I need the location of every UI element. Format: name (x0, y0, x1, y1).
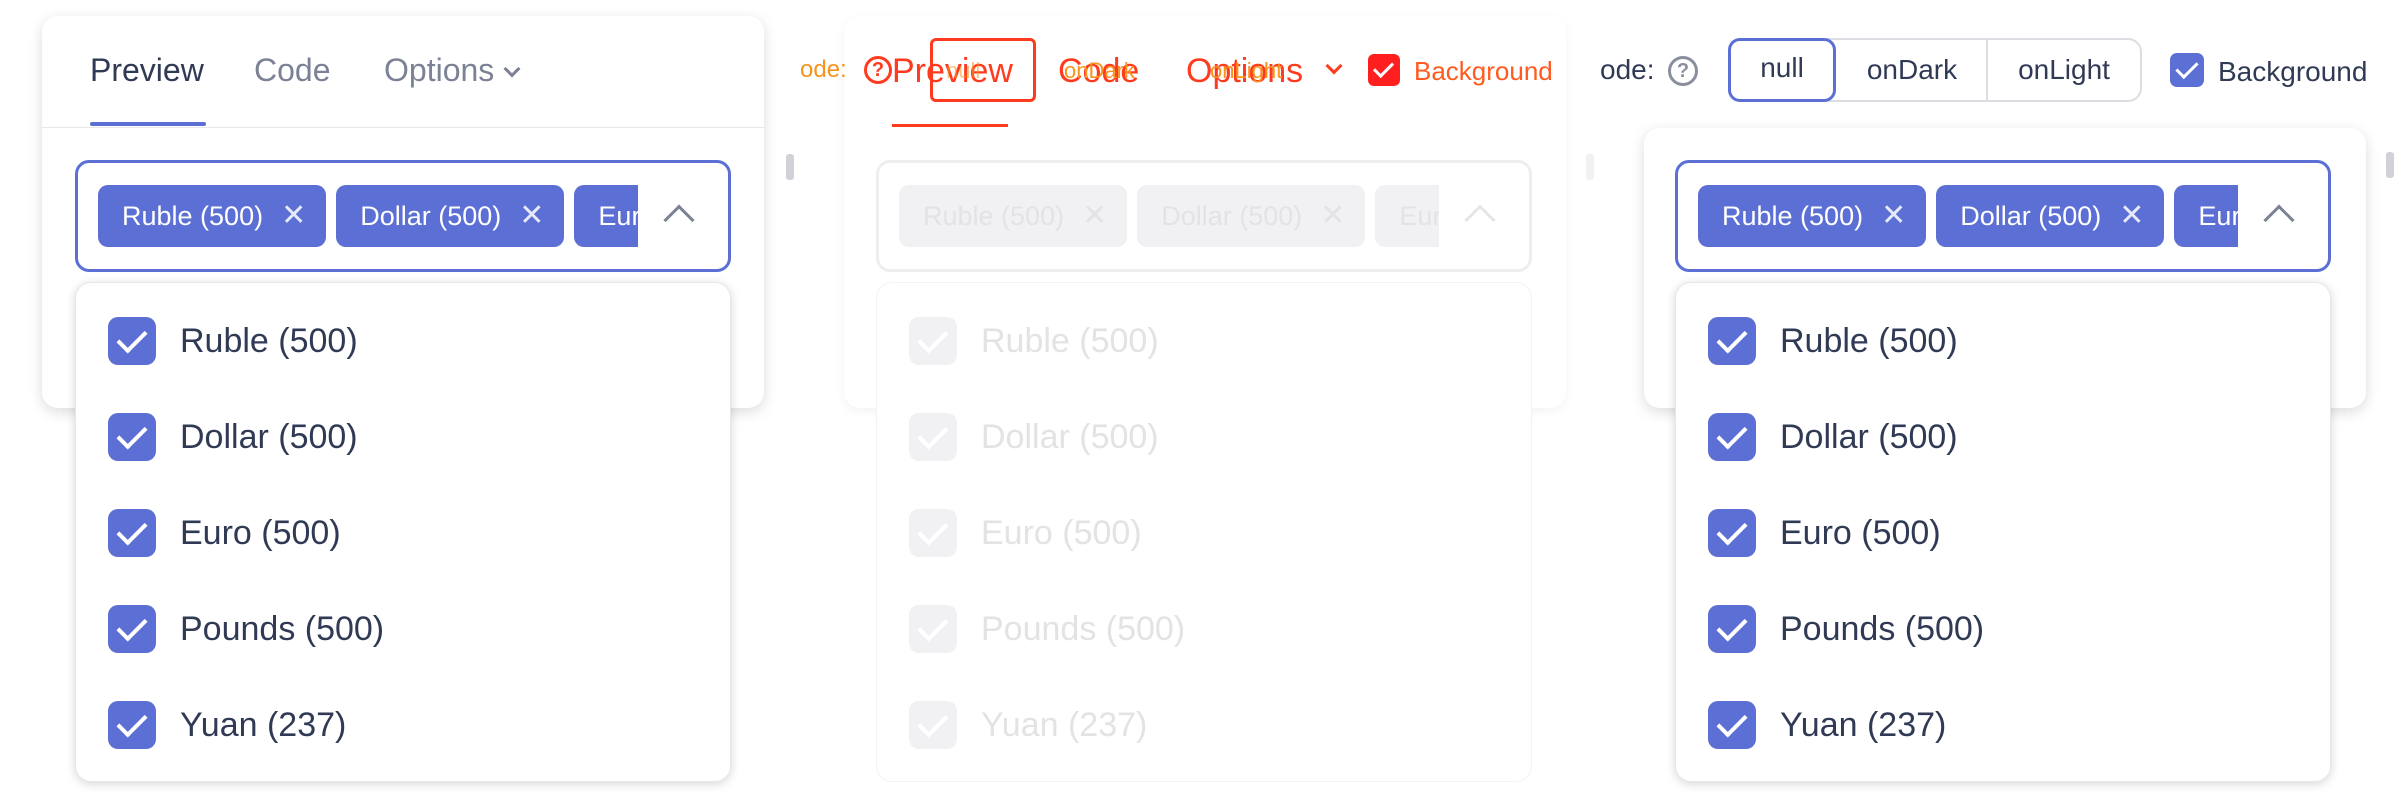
resize-handle[interactable] (1586, 154, 1594, 180)
chip-label: Dollar (500) (360, 201, 502, 231)
tab-bar: Preview Code Options (42, 16, 764, 128)
background-label: Background (2218, 56, 2368, 87)
chip: Euro✕ (574, 185, 638, 247)
checkbox-checked-icon[interactable] (108, 701, 156, 749)
option-label: Pounds (500) (180, 610, 385, 648)
checkbox-checked-icon[interactable] (1708, 605, 1756, 653)
chevron-up-icon (1464, 204, 1496, 236)
option-label: Yuan (237) (1780, 706, 1947, 744)
option-label: Ruble (500) (1780, 322, 1958, 360)
dropdown-list: Ruble (500) Dollar (500) Euro (500) Poun… (1675, 282, 2331, 782)
chip: Ruble (500) ✕ (899, 185, 1128, 247)
resize-handle[interactable] (786, 154, 794, 180)
middle-panel: ode: ? Preview null Code onDark Options … (800, 0, 1600, 800)
mode-segmented-control: null onDark onLight (1728, 38, 2142, 102)
remove-chip-icon[interactable]: ✕ (281, 185, 306, 247)
checkbox-checked-icon (909, 701, 957, 749)
checkbox-checked-icon[interactable] (108, 605, 156, 653)
resize-handle[interactable] (2386, 152, 2394, 178)
checkbox-checked-icon[interactable] (1708, 509, 1756, 557)
checkbox-checked-icon[interactable] (1708, 317, 1756, 365)
option-label: Euro (500) (981, 514, 1142, 552)
chip-label: Euro (2198, 201, 2238, 231)
chip: Dollar (500) ✕ (1137, 185, 1366, 247)
chip: Euro✕ (1375, 185, 1439, 247)
checkbox-checked-icon[interactable] (108, 413, 156, 461)
background-checkbox[interactable] (2170, 53, 2204, 87)
overlay-onlight: onLight (1210, 58, 1283, 83)
overlay-background: Background (1414, 56, 1553, 86)
checkbox-checked-icon (909, 605, 957, 653)
tab-options-label: Options (384, 52, 495, 88)
remove-chip-icon[interactable]: ✕ (2119, 185, 2144, 247)
chip-label: Euro (1399, 201, 1439, 231)
option-label: Dollar (500) (981, 418, 1159, 456)
mode-onlight-button[interactable]: onLight (1988, 40, 2140, 100)
chip: Euro✕ (2174, 185, 2238, 247)
chip-label: Euro (598, 201, 638, 231)
option-label: Euro (500) (180, 514, 341, 552)
option-label: Euro (500) (1780, 514, 1941, 552)
chip: Dollar (500) ✕ (1936, 185, 2165, 247)
overlay-underline (892, 124, 1008, 127)
multiselect-input-ghost: Ruble (500) ✕ Dollar (500) ✕ Euro✕ (876, 160, 1532, 272)
chip-label: Ruble (500) (1722, 201, 1864, 231)
chevron-up-icon[interactable] (2263, 204, 2295, 236)
option-label: Ruble (500) (180, 322, 358, 360)
chevron-up-icon[interactable] (663, 204, 695, 236)
overlay-checkbox-icon (1368, 54, 1400, 86)
selected-chips: Ruble (500) ✕ Dollar (500) ✕ Euro✕ (899, 185, 1439, 247)
chip-label: Dollar (500) (1161, 201, 1303, 231)
checkbox-checked-icon (909, 317, 957, 365)
chip-label: Ruble (500) (122, 201, 264, 231)
multiselect-input[interactable]: Ruble (500) ✕ Dollar (500) ✕ Euro✕ (1675, 160, 2331, 272)
option-label: Pounds (500) (1780, 610, 1985, 648)
left-panel: Preview Code Options Ruble (500) ✕ Dollar … (0, 0, 800, 800)
chip-label: Dollar (500) (1960, 201, 2102, 231)
dropdown-list-ghost: Ruble (500) Dollar (500) Euro (500) Poun… (876, 282, 1532, 782)
help-icon[interactable]: ? (1668, 56, 1698, 86)
option-label: Dollar (500) (1780, 418, 1958, 456)
chip: Ruble (500) ✕ (98, 185, 327, 247)
chip: Dollar (500) ✕ (336, 185, 565, 247)
option-label: Yuan (237) (981, 706, 1148, 744)
checkbox-checked-icon (909, 413, 957, 461)
selected-chips: Ruble (500) ✕ Dollar (500) ✕ Euro✕ (1698, 185, 2238, 247)
option-label: Ruble (500) (981, 322, 1159, 360)
chip-label: Ruble (500) (923, 201, 1065, 231)
checkbox-checked-icon[interactable] (1708, 701, 1756, 749)
remove-chip-icon: ✕ (1320, 199, 1346, 232)
dropdown-list: Ruble (500) Dollar (500) Euro (500) Poun… (75, 282, 731, 782)
right-panel: ode: ? null onDark onLight Background Ru… (1600, 0, 2400, 800)
checkbox-checked-icon[interactable] (1708, 413, 1756, 461)
tab-preview[interactable]: Preview (90, 52, 204, 89)
overlay-mode-label: ode: (800, 56, 847, 83)
mode-null-button[interactable]: null (1728, 38, 1836, 102)
remove-chip-icon[interactable]: ✕ (1881, 185, 1906, 247)
chip: Ruble (500) ✕ (1698, 185, 1927, 247)
remove-chip-icon[interactable]: ✕ (519, 185, 544, 247)
checkbox-checked-icon (909, 509, 957, 557)
overlay-ondark: onDark (1064, 58, 1135, 83)
multiselect-input[interactable]: Ruble (500) ✕ Dollar (500) ✕ Euro✕ (75, 160, 731, 272)
selected-chips: Ruble (500) ✕ Dollar (500) ✕ Euro✕ (98, 185, 638, 247)
remove-chip-icon: ✕ (1082, 199, 1108, 232)
mode-label: ode: (1600, 54, 1655, 85)
option-label: Pounds (500) (981, 610, 1186, 648)
option-label: Dollar (500) (180, 418, 358, 456)
overlay-null: null (946, 58, 981, 83)
active-tab-indicator (90, 122, 206, 126)
tab-options[interactable]: Options (384, 52, 521, 89)
checkbox-checked-icon[interactable] (108, 509, 156, 557)
checkbox-checked-icon[interactable] (108, 317, 156, 365)
tab-code[interactable]: Code (254, 52, 331, 89)
option-label: Yuan (237) (180, 706, 347, 744)
chevron-down-icon (503, 60, 521, 78)
overlay-help-icon: ? (864, 56, 892, 84)
mode-ondark-button[interactable]: onDark (1838, 40, 1986, 100)
